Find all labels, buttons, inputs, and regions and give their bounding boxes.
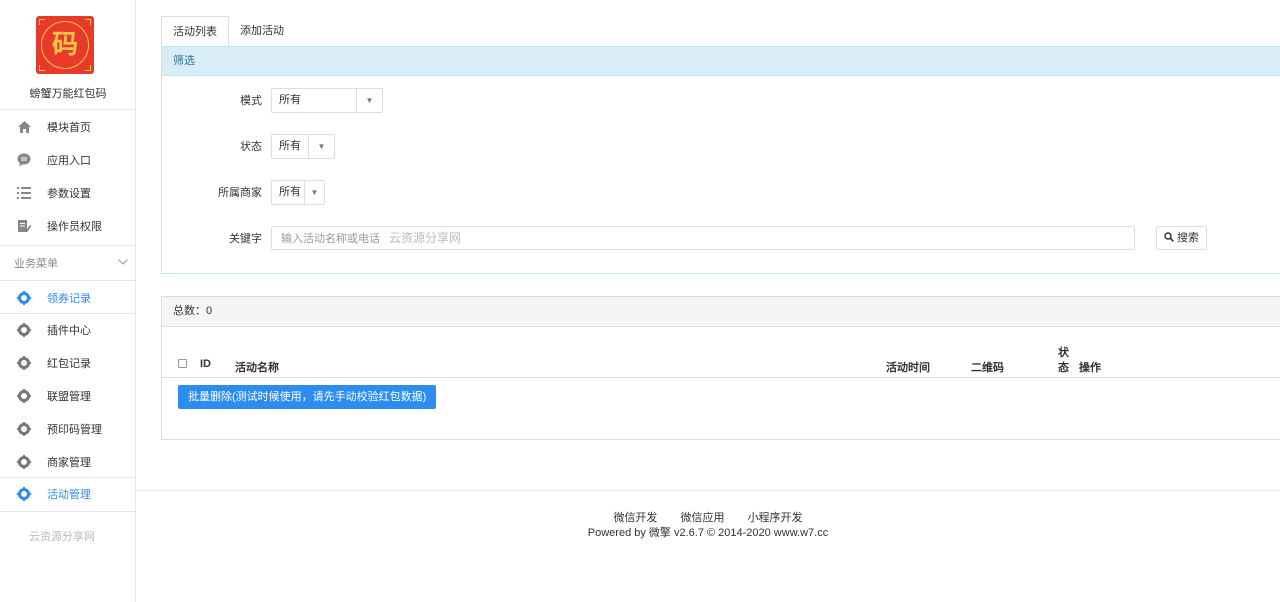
footer-links: 微信开发 微信应用 小程序开发	[136, 509, 1280, 525]
edit-doc-icon	[16, 218, 32, 234]
sidebar-item-label: 应用入口	[47, 154, 91, 167]
tab-bar: 活动列表 添加活动	[161, 16, 295, 47]
merchant-label: 所属商家	[218, 187, 262, 199]
footer-copyright: Powered by 微擎 v2.6.7 © 2014-2020 www.w7.…	[587, 527, 829, 539]
sidebar-item-coupon-records[interactable]: 领券记录	[0, 281, 136, 314]
search-button[interactable]: 搜索	[1156, 226, 1207, 250]
sidebar-item-label: 领券记录	[47, 292, 91, 305]
filter-panel: 筛选 模式 所有 ▼ 状态 所有 ▼ 所属商家 所有 ▼ 关键字 输入活动名称或…	[161, 46, 1280, 274]
keyword-input[interactable]: 输入活动名称或电话 云资源分享网	[271, 226, 1135, 250]
sidebar-item-label: 活动管理	[47, 488, 91, 501]
bulk-delete-button[interactable]: 批量删除(测试时候使用，请先手动校验红包数据)	[178, 385, 437, 409]
sidebar-group-business[interactable]: 业务菜单	[0, 245, 136, 281]
caret-down-icon: ▼	[308, 134, 334, 158]
app-name: 螃蟹万能红包码	[29, 88, 107, 100]
tab-add-activity[interactable]: 添加活动	[229, 16, 295, 47]
table-header-divider	[162, 377, 1280, 378]
sidebar: 码 螃蟹万能红包码 模块首页 应用入口 参数设置 操作员权限 业务菜单 领券记录…	[0, 0, 136, 602]
footer-link-wechat-dev[interactable]: 微信开发	[613, 512, 657, 524]
sidebar-item-label: 联盟管理	[47, 390, 91, 403]
gear-icon	[16, 421, 32, 437]
gear-icon	[16, 322, 32, 338]
sidebar-item-label: 预印码管理	[47, 423, 102, 436]
sidebar-item-app-entry[interactable]: 应用入口	[0, 143, 136, 176]
filter-row-mode: 模式 所有 ▼	[162, 87, 1280, 113]
gear-icon	[16, 454, 32, 470]
footer-link-wechat-apps[interactable]: 微信应用	[681, 512, 725, 524]
sidebar-item-operator-permissions[interactable]: 操作员权限	[0, 209, 136, 242]
total-count: 总数：0	[162, 297, 1280, 327]
home-icon	[16, 119, 32, 135]
caret-down-icon: ▼	[356, 88, 382, 112]
sidebar-item-label: 参数设置	[47, 187, 91, 200]
column-header-name: 活动名称	[235, 362, 279, 374]
gear-icon	[16, 355, 32, 371]
column-header-status-2: 态	[1058, 362, 1069, 374]
search-button-label: 搜索	[1177, 232, 1200, 244]
sidebar-header: 码 螃蟹万能红包码	[0, 0, 135, 110]
sidebar-item-plugin-center[interactable]: 插件中心	[0, 313, 136, 346]
sidebar-item-label: 商家管理	[47, 456, 91, 469]
column-header-qrcode: 二维码	[971, 362, 1004, 374]
column-header-time: 活动时间	[886, 362, 930, 374]
sidebar-item-settings[interactable]: 参数设置	[0, 176, 136, 209]
keyword-label: 关键字	[229, 233, 262, 245]
mode-label: 模式	[240, 95, 262, 107]
filter-row-status: 状态 所有 ▼	[162, 133, 1280, 159]
status-select[interactable]: 所有 ▼	[271, 133, 335, 159]
sidebar-item-module-home[interactable]: 模块首页	[0, 110, 136, 143]
filter-row-keyword: 关键字 输入活动名称或电话 云资源分享网 搜索	[162, 225, 1280, 251]
gear-icon	[16, 486, 32, 502]
column-header-actions: 操作	[1079, 362, 1101, 374]
keyword-watermark: 云资源分享网	[389, 231, 462, 245]
select-all-checkbox[interactable]	[178, 359, 187, 368]
chat-bubble-icon	[16, 152, 32, 168]
sidebar-item-redpacket-records[interactable]: 红包记录	[0, 346, 136, 379]
sidebar-item-merchant-management[interactable]: 商家管理	[0, 445, 136, 478]
merchant-select[interactable]: 所有 ▼	[271, 179, 325, 205]
sidebar-item-activity-management[interactable]: 活动管理	[0, 477, 136, 510]
list-icon	[16, 185, 32, 201]
app-logo[interactable]: 码	[36, 16, 94, 74]
tab-activity-list[interactable]: 活动列表	[161, 16, 229, 47]
sidebar-item-label: 红包记录	[47, 357, 91, 370]
search-icon	[1164, 232, 1174, 244]
merchant-select-value: 所有	[279, 185, 301, 198]
sidebar-item-preprint-code-management[interactable]: 预印码管理	[0, 412, 136, 445]
keyword-placeholder: 输入活动名称或电话	[281, 233, 380, 245]
gear-icon	[16, 388, 32, 404]
sidebar-item-label: 插件中心	[47, 324, 91, 337]
sidebar-item-alliance-management[interactable]: 联盟管理	[0, 379, 136, 412]
footer-divider	[136, 490, 1280, 491]
gear-icon	[16, 290, 32, 306]
column-header-id: ID	[200, 358, 211, 370]
sidebar-item-label: 模块首页	[47, 121, 91, 134]
activity-list-panel: 总数：0 ID 活动名称 活动时间 二维码 状 态 操作 批量删除(测试时候使用…	[161, 296, 1280, 440]
sidebar-item-label: 操作员权限	[47, 220, 102, 233]
sidebar-watermark: 云资源分享网	[29, 531, 95, 543]
footer-link-miniprogram-dev[interactable]: 小程序开发	[748, 512, 803, 524]
mode-select[interactable]: 所有 ▼	[271, 87, 383, 113]
status-label: 状态	[240, 141, 262, 153]
sidebar-group-title: 业务菜单	[14, 258, 58, 270]
logo-glyph: 码	[51, 30, 78, 60]
filter-row-merchant: 所属商家 所有 ▼	[162, 179, 1280, 205]
filter-panel-title: 筛选	[162, 47, 1280, 76]
status-select-value: 所有	[279, 139, 301, 152]
column-header-status-1: 状	[1058, 347, 1069, 359]
mode-select-value: 所有	[279, 93, 301, 106]
chevron-down-icon	[118, 254, 128, 268]
caret-down-icon: ▼	[304, 180, 324, 204]
